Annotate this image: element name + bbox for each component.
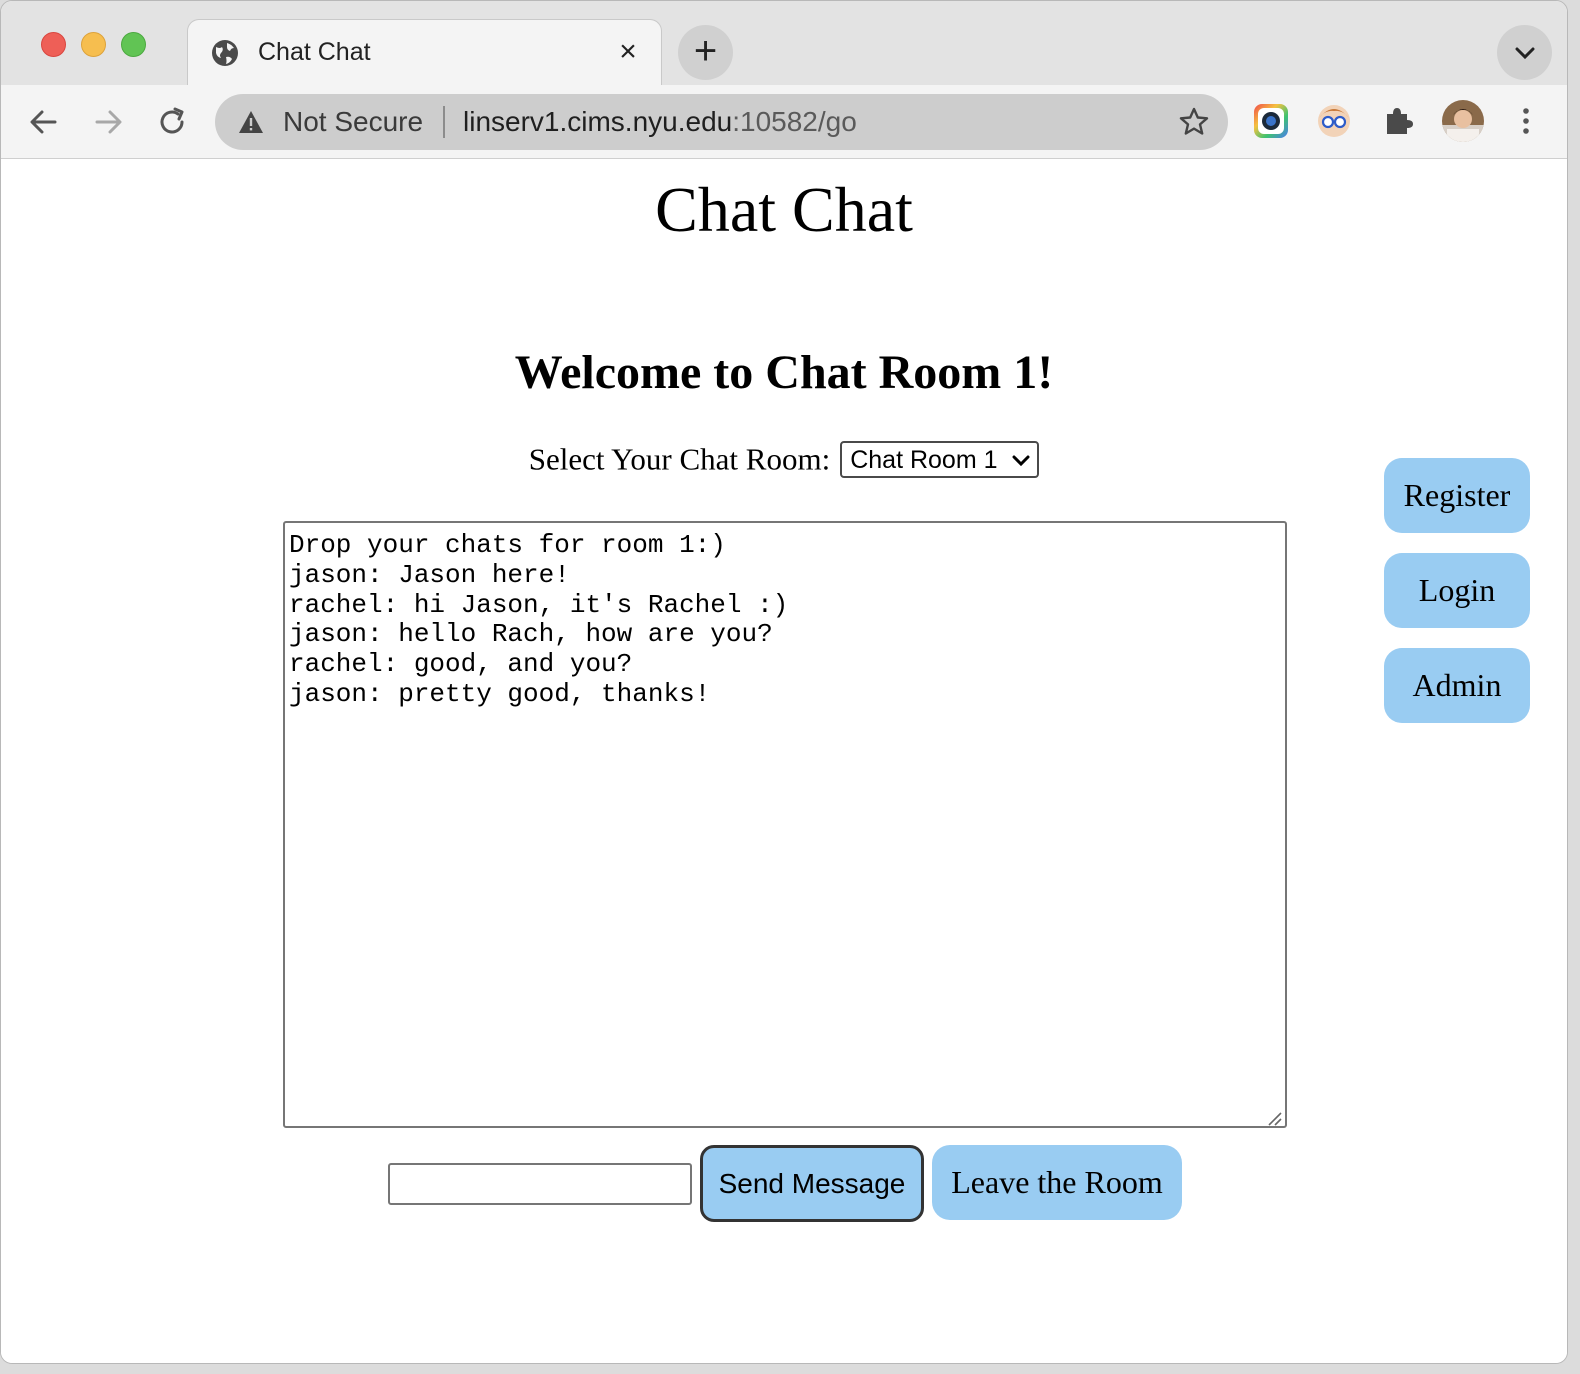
maximize-window-button[interactable] bbox=[121, 32, 146, 57]
room-select-label: Select Your Chat Room: bbox=[528, 441, 831, 477]
page-content: Chat Chat Welcome to Chat Room 1! Select… bbox=[1, 159, 1567, 1363]
security-label[interactable]: Not Secure bbox=[283, 106, 423, 138]
url-path: :10582/go bbox=[732, 106, 857, 137]
welcome-heading: Welcome to Chat Room 1! bbox=[514, 346, 1054, 399]
register-button[interactable]: Register bbox=[1384, 458, 1530, 533]
star-icon[interactable] bbox=[1178, 106, 1210, 138]
omnibox-divider bbox=[443, 106, 445, 138]
puzzle-icon[interactable] bbox=[1379, 102, 1417, 140]
new-tab-button[interactable]: + bbox=[678, 25, 733, 80]
page-title: Chat Chat bbox=[655, 174, 913, 245]
close-window-button[interactable] bbox=[41, 32, 66, 57]
close-icon[interactable]: × bbox=[613, 34, 643, 70]
room-select-row: Select Your Chat Room: Chat Room 1 bbox=[1, 441, 1567, 478]
extension-glasses-icon[interactable] bbox=[1315, 102, 1353, 140]
url-host: linserv1.cims.nyu.edu bbox=[463, 106, 733, 137]
back-arrow-icon[interactable] bbox=[25, 103, 63, 141]
room-select-value: Chat Room 1 bbox=[850, 446, 998, 474]
chevron-down-icon bbox=[1515, 47, 1535, 60]
plus-icon: + bbox=[693, 29, 718, 73]
profile-avatar[interactable] bbox=[1441, 99, 1485, 143]
url-text: linserv1.cims.nyu.edu:10582/go bbox=[463, 106, 857, 138]
browser-toolbar: Not Secure linserv1.cims.nyu.edu:10582/g… bbox=[1, 85, 1567, 159]
admin-button[interactable]: Admin bbox=[1384, 648, 1530, 723]
address-bar[interactable]: Not Secure linserv1.cims.nyu.edu:10582/g… bbox=[215, 94, 1228, 150]
send-message-button[interactable]: Send Message bbox=[700, 1145, 924, 1222]
globe-icon bbox=[212, 40, 238, 66]
resize-grip-icon[interactable] bbox=[1265, 1109, 1283, 1127]
reload-icon[interactable] bbox=[153, 103, 191, 141]
tab-strip: Chat Chat × + bbox=[1, 1, 1567, 86]
extension-camera-icon[interactable] bbox=[1252, 102, 1290, 140]
tab-chat-chat[interactable]: Chat Chat × bbox=[187, 19, 662, 86]
chevron-down-icon bbox=[1012, 455, 1030, 467]
chat-log-textarea[interactable]: Drop your chats for room 1:) jason: Jaso… bbox=[283, 521, 1287, 1128]
leave-room-button[interactable]: Leave the Room bbox=[932, 1145, 1182, 1220]
room-select[interactable]: Chat Room 1 bbox=[840, 441, 1040, 478]
more-vert-icon[interactable] bbox=[1507, 102, 1545, 140]
minimize-window-button[interactable] bbox=[81, 32, 106, 57]
login-button[interactable]: Login bbox=[1384, 553, 1530, 628]
warning-icon bbox=[239, 111, 263, 133]
tab-search-button[interactable] bbox=[1497, 25, 1552, 80]
browser-window: Chat Chat × + Not Secure linserv1.cims.n… bbox=[0, 0, 1568, 1364]
message-input[interactable] bbox=[388, 1163, 692, 1205]
forward-arrow-icon[interactable] bbox=[89, 103, 127, 141]
tab-title: Chat Chat bbox=[258, 38, 371, 66]
